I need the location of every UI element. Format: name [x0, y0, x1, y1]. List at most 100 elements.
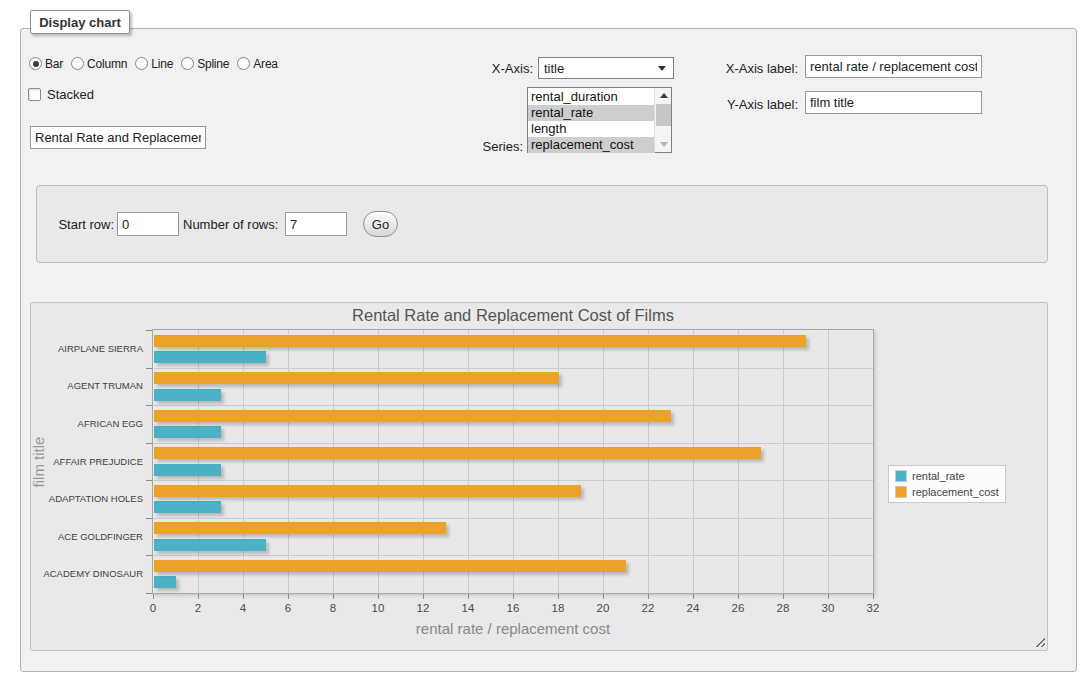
gridline-h	[153, 368, 873, 369]
series-option-rental_rate[interactable]: rental_rate	[528, 105, 655, 121]
category-label-1: AGENT TRUMAN	[25, 380, 143, 391]
x-tick-label: 24	[675, 602, 711, 614]
series-option-length[interactable]: length	[528, 121, 655, 137]
scroll-up-button[interactable]	[655, 88, 672, 103]
chart-x-axis-label: rental rate / replacement cost	[213, 620, 813, 637]
x-tick-label: 12	[405, 602, 441, 614]
x-axis-select[interactable]: title	[538, 57, 674, 79]
gridline-v	[693, 330, 694, 593]
gridline-v	[738, 330, 739, 593]
y-tick-mark	[146, 368, 152, 369]
dropdown-arrow-icon	[658, 66, 666, 71]
start-row-input[interactable]	[117, 212, 179, 236]
chart-title-input[interactable]	[30, 126, 206, 149]
chart-type-option-area: Area	[237, 57, 278, 71]
chart-y-axis-label: film title	[30, 436, 47, 487]
x-tick-label: 26	[720, 602, 756, 614]
gridline-v	[648, 330, 649, 593]
y-tick-mark	[146, 555, 152, 556]
scroll-up-icon	[660, 93, 668, 98]
radio-label-line: Line	[151, 57, 173, 71]
radio-spline[interactable]	[181, 57, 194, 70]
x-tick-label: 0	[135, 602, 171, 614]
stacked-row: Stacked	[28, 87, 94, 102]
x-tick-mark	[603, 594, 604, 599]
category-label-4: ADAPTATION HOLES	[25, 493, 143, 504]
bar-replacement_cost-6	[154, 560, 626, 572]
bar-rental_rate-1	[154, 389, 221, 401]
category-label-6: ACADEMY DINOSAUR	[25, 568, 143, 579]
chart-type-radio-group: Bar Column Line Spline Area	[29, 56, 278, 71]
x-tick-mark	[153, 594, 154, 599]
x-tick-mark	[783, 594, 784, 599]
gridline-v	[198, 330, 199, 593]
x-tick-mark	[468, 594, 469, 599]
x-tick-label: 20	[585, 602, 621, 614]
series-scrollbar[interactable]	[654, 88, 671, 152]
legend-swatch-rental_rate	[895, 470, 907, 482]
series-label: Series:	[423, 139, 523, 154]
legend-item-replacement_cost: replacement_cost	[895, 486, 999, 498]
gridline-v	[378, 330, 379, 593]
x-tick-mark	[243, 594, 244, 599]
chart-type-option-line: Line	[135, 57, 173, 71]
series-option-rental_duration[interactable]: rental_duration	[528, 89, 655, 105]
radio-line[interactable]	[135, 57, 148, 70]
y-axis-label-input[interactable]	[805, 91, 982, 114]
x-axis-label-input[interactable]	[805, 55, 982, 78]
y-tick-mark	[146, 593, 152, 594]
scrollbar-thumb[interactable]	[656, 104, 671, 126]
x-tick-mark	[333, 594, 334, 599]
x-tick-mark	[558, 594, 559, 599]
x-tick-label: 30	[810, 602, 846, 614]
bar-replacement_cost-1	[154, 372, 559, 384]
y-tick-mark	[146, 443, 152, 444]
x-tick-label: 28	[765, 602, 801, 614]
series-multiselect[interactable]: rental_durationrental_ratelengthreplacem…	[527, 87, 672, 153]
x-axis-label: X-Axis:	[433, 61, 533, 76]
legend-item-rental_rate: rental_rate	[895, 470, 999, 482]
radio-label-column: Column	[87, 57, 127, 71]
x-tick-mark	[288, 594, 289, 599]
bar-replacement_cost-3	[154, 447, 761, 459]
chart-legend: rental_rate replacement_cost	[888, 465, 1006, 503]
scroll-down-button[interactable]	[655, 137, 672, 152]
y-tick-mark	[146, 480, 152, 481]
series-option-replacement_cost[interactable]: replacement_cost	[528, 137, 655, 153]
stacked-checkbox[interactable]	[28, 88, 41, 101]
gridline-v	[828, 330, 829, 593]
x-tick-mark	[513, 594, 514, 599]
chart-title: Rental Rate and Replacement Cost of Film…	[213, 306, 813, 325]
x-axis-selected-value: title	[544, 61, 564, 76]
radio-bar[interactable]	[29, 57, 42, 70]
x-tick-label: 22	[630, 602, 666, 614]
x-tick-mark	[423, 594, 424, 599]
legend-label-rental_rate: rental_rate	[912, 470, 965, 482]
x-tick-label: 32	[855, 602, 891, 614]
start-row-label: Start row:	[46, 217, 114, 232]
fieldset-legend: Display chart	[30, 10, 130, 34]
category-label-2: AFRICAN EGG	[25, 418, 143, 429]
x-tick-mark	[198, 594, 199, 599]
x-tick-mark	[828, 594, 829, 599]
x-tick-label: 2	[180, 602, 216, 614]
chart-type-option-spline: Spline	[181, 57, 229, 71]
gridline-h	[153, 518, 873, 519]
x-axis-label-field-label: X-Axis label:	[698, 61, 798, 76]
number-of-rows-input[interactable]	[285, 212, 347, 236]
radio-column[interactable]	[71, 57, 84, 70]
scroll-down-icon	[660, 142, 668, 147]
bar-rental_rate-2	[154, 426, 221, 438]
gridline-v	[558, 330, 559, 593]
bar-rental_rate-6	[154, 576, 176, 588]
y-tick-mark	[146, 330, 152, 331]
gridline-h	[153, 405, 873, 406]
category-label-5: ACE GOLDFINGER	[25, 531, 143, 542]
radio-area[interactable]	[237, 57, 250, 70]
radio-label-bar: Bar	[45, 57, 63, 71]
y-axis-label-field-label: Y-Axis label:	[698, 97, 798, 112]
go-button[interactable]: Go	[363, 211, 398, 237]
x-tick-mark	[648, 594, 649, 599]
x-tick-mark	[873, 594, 874, 599]
y-tick-mark	[146, 518, 152, 519]
